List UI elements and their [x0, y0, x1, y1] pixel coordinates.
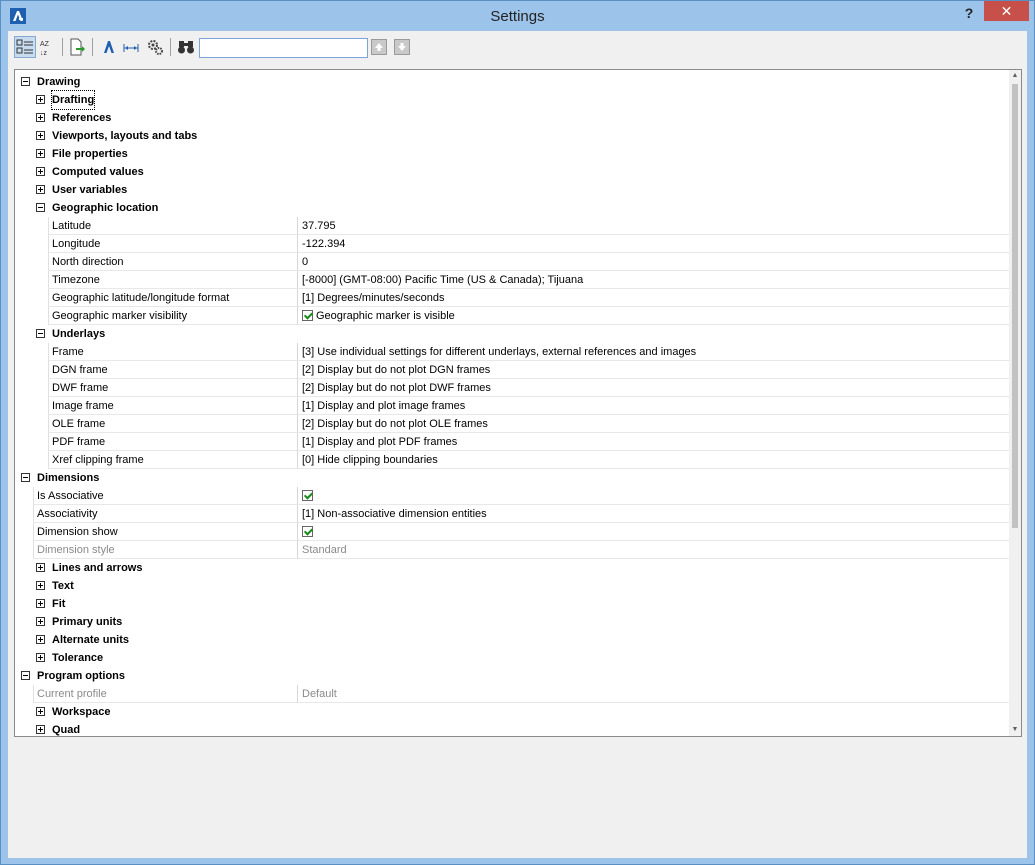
pin-button[interactable] [98, 36, 120, 58]
category-references[interactable]: References [15, 109, 1009, 127]
expand-icon[interactable] [36, 653, 45, 662]
search-input[interactable] [199, 38, 368, 58]
property-row-current-profile: Current profile Default [15, 685, 1009, 703]
settings-panel: AZ ↓z Drawing Drafting References Viewpo… [8, 31, 1027, 858]
category-drawing[interactable]: Drawing [15, 73, 1009, 91]
category-dimensions[interactable]: Dimensions [15, 469, 1009, 487]
binoculars-icon [178, 41, 194, 54]
alphabetical-sort-icon: AZ ↓z [40, 41, 50, 56]
categorized-view-button[interactable] [14, 36, 36, 58]
category-workspace[interactable]: Workspace [15, 703, 1009, 721]
vertical-scrollbar[interactable]: ▲ ▼ [1009, 70, 1021, 736]
settings-gear-button[interactable] [144, 36, 166, 58]
category-computed-values[interactable]: Computed values [15, 163, 1009, 181]
settings-window: Settings ? ✕ AZ ↓z Drawing Drafting Refe… [0, 0, 1035, 865]
property-row-frame[interactable]: Frame [3] Use individual settings for di… [15, 343, 1009, 361]
property-row-north-direction[interactable]: North direction 0 [15, 253, 1009, 271]
expand-icon[interactable] [36, 599, 45, 608]
property-row-is-associative[interactable]: Is Associative [15, 487, 1009, 505]
category-file-properties[interactable]: File properties [15, 145, 1009, 163]
scrollbar-thumb[interactable] [1012, 84, 1018, 528]
expand-icon[interactable] [36, 149, 45, 158]
property-row-image-frame[interactable]: Image frame [1] Display and plot image f… [15, 397, 1009, 415]
svg-text:↓z: ↓z [40, 50, 48, 56]
expand-icon[interactable] [36, 167, 45, 176]
toolbar-separator [92, 38, 93, 56]
toolbar-separator [170, 38, 171, 56]
category-text[interactable]: Text [15, 577, 1009, 595]
find-button[interactable] [175, 36, 197, 58]
alphabetical-view-button[interactable]: AZ ↓z [36, 36, 58, 58]
category-viewports[interactable]: Viewports, layouts and tabs [15, 127, 1009, 145]
description-pane [14, 739, 1022, 852]
find-previous-button[interactable] [371, 39, 387, 55]
property-row-ole-frame[interactable]: OLE frame [2] Display but do not plot OL… [15, 415, 1009, 433]
property-row-timezone[interactable]: Timezone [-8000] (GMT-08:00) Pacific Tim… [15, 271, 1009, 289]
category-alternate-units[interactable]: Alternate units [15, 631, 1009, 649]
expand-icon[interactable] [36, 617, 45, 626]
expand-icon[interactable] [36, 113, 45, 122]
checkbox-checked[interactable] [302, 526, 313, 537]
dimension-button[interactable] [120, 36, 142, 58]
toolbar-separator [62, 38, 63, 56]
expand-icon[interactable] [36, 581, 45, 590]
property-row-associativity[interactable]: Associativity [1] Non-associative dimens… [15, 505, 1009, 523]
expand-icon[interactable] [36, 635, 45, 644]
export-icon [70, 38, 85, 56]
help-button[interactable]: ? [956, 3, 982, 23]
pin-icon [104, 41, 114, 53]
gear-icon [148, 40, 163, 55]
scroll-up-icon[interactable]: ▲ [1011, 72, 1019, 80]
property-row-marker-visibility[interactable]: Geographic marker visibility Geographic … [15, 307, 1009, 325]
property-row-dgn-frame[interactable]: DGN frame [2] Display but do not plot DG… [15, 361, 1009, 379]
collapse-icon[interactable] [21, 77, 30, 86]
title-bar: Settings ? ✕ [1, 1, 1034, 31]
find-next-button[interactable] [394, 39, 410, 55]
property-row-latlong-format[interactable]: Geographic latitude/longitude format [1]… [15, 289, 1009, 307]
category-tolerance[interactable]: Tolerance [15, 649, 1009, 667]
expand-icon[interactable] [36, 185, 45, 194]
close-button[interactable]: ✕ [984, 1, 1029, 21]
settings-tree: Drawing Drafting References Viewports, l… [15, 73, 1009, 736]
scroll-down-icon[interactable]: ▼ [1011, 726, 1019, 734]
category-program-options[interactable]: Program options [15, 667, 1009, 685]
category-underlays[interactable]: Underlays [15, 325, 1009, 343]
property-row-dimension-style: Dimension style Standard [15, 541, 1009, 559]
expand-icon[interactable] [36, 563, 45, 572]
category-quad[interactable]: Quad [15, 721, 1009, 736]
export-button[interactable] [66, 36, 88, 58]
property-row-xref-clipping[interactable]: Xref clipping frame [0] Hide clipping bo… [15, 451, 1009, 469]
category-user-variables[interactable]: User variables [15, 181, 1009, 199]
expand-icon[interactable] [36, 707, 45, 716]
window-title: Settings [490, 8, 545, 25]
collapse-icon[interactable] [36, 203, 45, 212]
arrow-down-icon [398, 43, 406, 51]
category-fit[interactable]: Fit [15, 595, 1009, 613]
category-lines-arrows[interactable]: Lines and arrows [15, 559, 1009, 577]
checkbox-checked[interactable] [302, 490, 313, 501]
categorized-icon [16, 39, 33, 54]
property-row-dwf-frame[interactable]: DWF frame [2] Display but do not plot DW… [15, 379, 1009, 397]
category-geographic-location[interactable]: Geographic location [15, 199, 1009, 217]
checkbox-checked[interactable] [302, 310, 313, 321]
category-drafting[interactable]: Drafting [15, 90, 1009, 110]
property-row-pdf-frame[interactable]: PDF frame [1] Display and plot PDF frame… [15, 433, 1009, 451]
collapse-icon[interactable] [21, 473, 30, 482]
property-row-dimension-show[interactable]: Dimension show [15, 523, 1009, 541]
settings-grid: Drawing Drafting References Viewports, l… [14, 69, 1022, 737]
collapse-icon[interactable] [36, 329, 45, 338]
property-row-latitude[interactable]: Latitude 37.795 [15, 217, 1009, 235]
dimension-icon [123, 44, 139, 52]
arrow-up-icon [375, 43, 383, 51]
expand-icon[interactable] [36, 131, 45, 140]
expand-icon[interactable] [36, 725, 45, 734]
collapse-icon[interactable] [21, 671, 30, 680]
expand-icon[interactable] [36, 95, 45, 104]
property-row-longitude[interactable]: Longitude -122.394 [15, 235, 1009, 253]
category-primary-units[interactable]: Primary units [15, 613, 1009, 631]
svg-text:AZ: AZ [40, 41, 50, 48]
toolbar: AZ ↓z [8, 31, 1027, 65]
